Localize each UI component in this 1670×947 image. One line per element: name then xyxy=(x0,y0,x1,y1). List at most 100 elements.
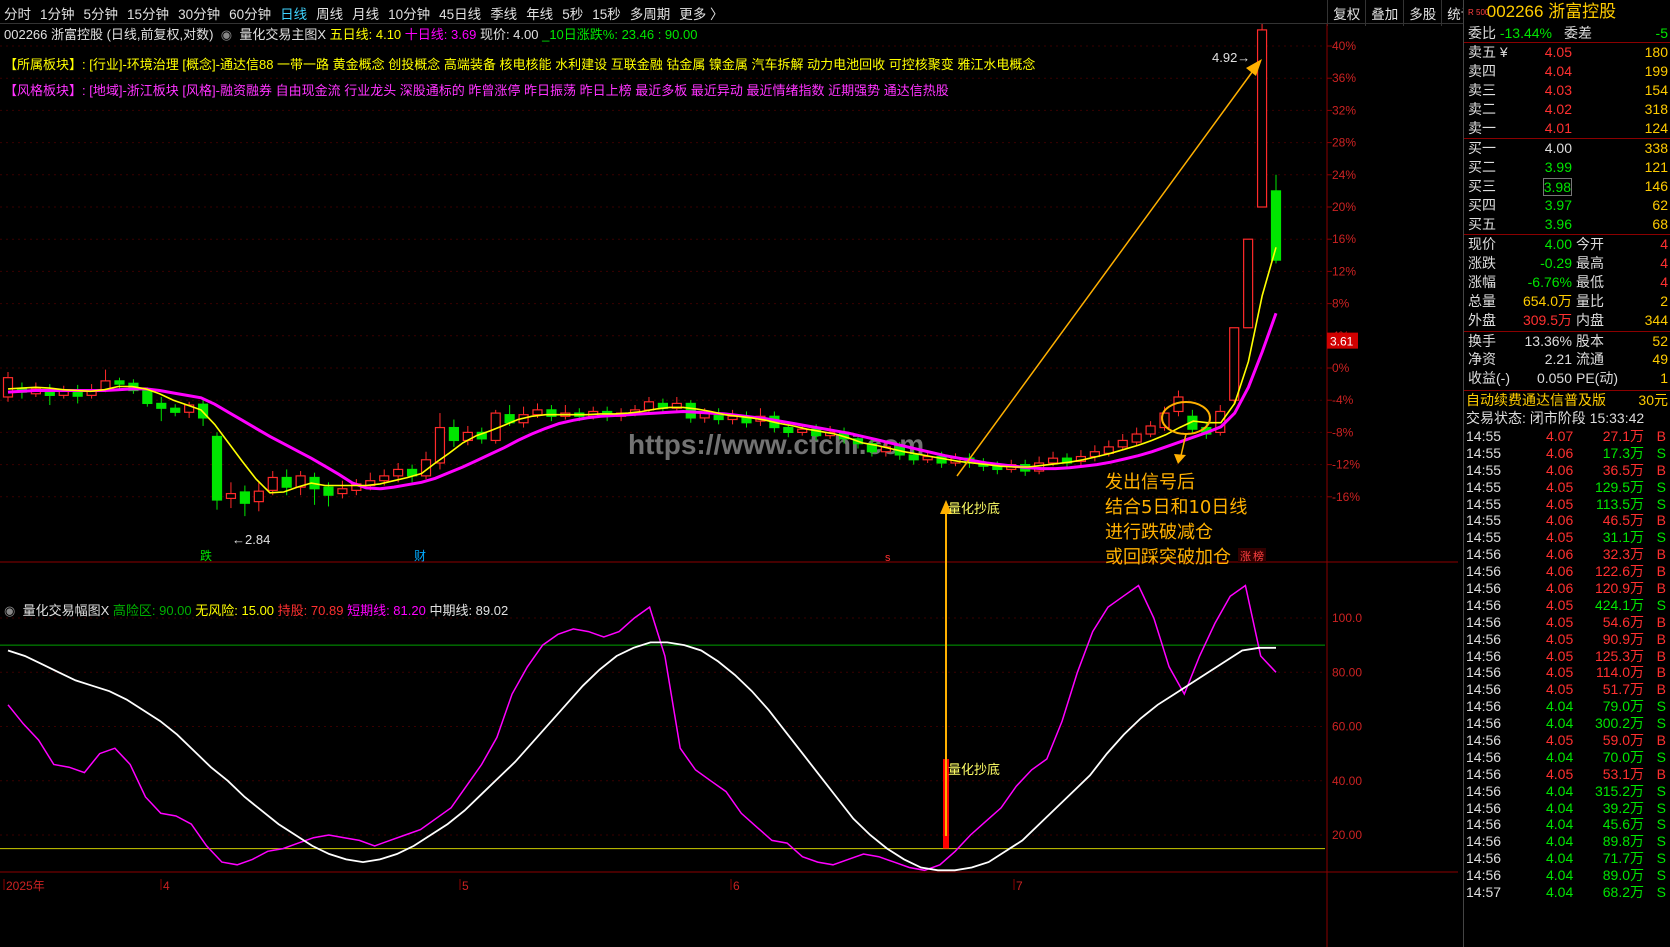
period-tab[interactable]: 周线 xyxy=(316,3,343,23)
period-tab[interactable]: 30分钟 xyxy=(178,3,220,23)
tick-row: 14:56 4.04 300.2万 S xyxy=(1464,715,1670,732)
tick-side: S xyxy=(1656,816,1666,833)
tick-side: S xyxy=(1656,529,1666,546)
tick-side: S xyxy=(1656,850,1666,867)
no-risk-label: 无风险: 15.00 xyxy=(195,603,275,618)
stat-row: 换手 13.36% 股本 52 xyxy=(1464,331,1670,350)
promo-text[interactable]: 自动续费通达信普及版 xyxy=(1466,391,1606,410)
tick-price: 4.06 xyxy=(1546,580,1574,597)
tick-time: 14:57 xyxy=(1466,884,1502,901)
price-tick-label: 28% xyxy=(1332,136,1356,150)
stat-row: 涨跌 -0.29 最高 4 xyxy=(1464,254,1670,273)
period-tab[interactable]: 60分钟 xyxy=(229,3,271,23)
period-tab[interactable]: 10分钟 xyxy=(388,3,430,23)
bid-volume: 121 xyxy=(1644,159,1668,175)
marker-die: 跌 xyxy=(200,548,212,563)
ask-price[interactable]: 4.04 xyxy=(1545,62,1572,81)
ma5-label: 五日线: 4.10 xyxy=(329,27,402,42)
price-tick-label: 24% xyxy=(1332,168,1356,182)
tick-row: 14:56 4.04 79.0万 S xyxy=(1464,698,1670,715)
stat-label-2: 流通 xyxy=(1576,351,1604,367)
toolbar-action-button[interactable]: 多股 xyxy=(1403,0,1441,26)
ask-price[interactable]: 4.03 xyxy=(1545,81,1572,100)
period-tab[interactable]: 15秒 xyxy=(592,3,621,23)
ask-volume: 124 xyxy=(1644,120,1668,136)
ask-price[interactable]: 4.01 xyxy=(1545,119,1572,138)
bid-volume: 62 xyxy=(1652,197,1668,213)
ask-label: 卖五 ¥ xyxy=(1468,44,1508,60)
candle-body xyxy=(908,454,919,461)
quote-title[interactable]: 002266 浙富控股 xyxy=(1487,2,1616,21)
tick-side: S xyxy=(1656,495,1666,512)
tick-volume: 39.2万 xyxy=(1602,799,1644,816)
tick-volume: 68.2万 xyxy=(1602,884,1644,901)
current-price-tag-label: 3.61 xyxy=(1330,335,1354,349)
bid-price[interactable]: 4.00 xyxy=(1545,139,1572,158)
tick-side: B xyxy=(1656,580,1666,597)
price-tick-label: -12% xyxy=(1332,458,1360,472)
trade-status: 交易状态: 闭市阶段 15:33:42 xyxy=(1466,410,1645,426)
tick-volume: 89.0万 xyxy=(1602,867,1644,884)
ask-label: 卖一 xyxy=(1468,120,1496,136)
candle-body xyxy=(114,380,125,385)
bid-price[interactable]: 3.99 xyxy=(1545,158,1572,177)
indicator-name[interactable]: 量化交易主图X xyxy=(239,27,326,42)
tick-time: 14:56 xyxy=(1466,850,1502,867)
webi-value: -13.44% xyxy=(1499,25,1552,41)
toolbar-action-button[interactable]: 复权 xyxy=(1327,0,1365,26)
period-tab[interactable]: 月线 xyxy=(352,3,379,23)
tick-volume: 122.6万 xyxy=(1594,563,1644,580)
indicator-dot-icon[interactable]: ◉ xyxy=(217,27,236,42)
stat-label-2: 内盘 xyxy=(1576,312,1604,328)
ask-row: 卖三 4.03 154 xyxy=(1464,81,1670,100)
toolbar-action-button[interactable]: 叠加 xyxy=(1365,0,1403,26)
period-tab[interactable]: 1分钟 xyxy=(40,3,75,23)
sector-label: 【所属板块】: xyxy=(4,57,86,72)
tick-time: 14:56 xyxy=(1466,867,1502,884)
tick-time: 14:55 xyxy=(1466,478,1502,495)
tick-row: 14:56 4.04 315.2万 S xyxy=(1464,783,1670,800)
candle-body xyxy=(1243,238,1254,329)
period-tab[interactable]: 分时 xyxy=(4,3,31,23)
period-tab[interactable]: 日线 xyxy=(280,3,307,23)
ask-price[interactable]: 4.02 xyxy=(1545,100,1572,119)
quote-panel: R 500 002266 浙富控股 委比 -13.44% 委差 -5 卖五 ¥4.05 1… xyxy=(1463,0,1670,947)
tick-side: S xyxy=(1656,884,1666,901)
tick-volume: 71.7万 xyxy=(1602,850,1644,867)
tick-price: 4.07 xyxy=(1546,428,1574,444)
ask-label: 卖三 xyxy=(1468,82,1496,98)
tick-price: 4.05 xyxy=(1546,478,1574,495)
kline-chart[interactable]: 44%40%36%32%28%24%20%16%12%8%4%0%-4%-8%-… xyxy=(0,24,1458,947)
period-tab[interactable]: 多周期 xyxy=(630,3,671,23)
period-tab[interactable]: 更多 〉 xyxy=(679,3,723,23)
bid-price[interactable]: 3.98 xyxy=(1542,178,1572,196)
tick-volume: 120.9万 xyxy=(1594,580,1644,597)
period-tab[interactable]: 5分钟 xyxy=(84,3,119,23)
period-tab[interactable]: 45日线 xyxy=(439,3,481,23)
tick-row: 14:56 4.04 39.2万 S xyxy=(1464,800,1670,817)
candle-body xyxy=(253,490,264,503)
period-tab[interactable]: 5秒 xyxy=(562,3,583,23)
price-tick-label: 16% xyxy=(1332,232,1356,246)
tick-volume: 90.9万 xyxy=(1602,630,1644,647)
sub-indicator-name[interactable]: 量化交易幅图X xyxy=(23,603,110,618)
ask-price[interactable]: 4.05 xyxy=(1545,43,1572,62)
sub-dot-icon[interactable]: ◉ xyxy=(4,603,19,618)
ask-label: 卖四 xyxy=(1468,63,1496,79)
tick-volume: 51.7万 xyxy=(1602,681,1644,698)
bid-price[interactable]: 3.96 xyxy=(1545,215,1572,234)
tick-volume: 79.0万 xyxy=(1602,698,1644,715)
sub-tick-label: 100.0 xyxy=(1332,611,1362,625)
stat-row: 收益(-) 0.050 PE(动) 1 xyxy=(1464,369,1670,388)
tick-volume: 114.0万 xyxy=(1596,664,1644,681)
stat-value: 2.21 xyxy=(1544,351,1572,367)
period-tab[interactable]: 季线 xyxy=(490,3,517,23)
marker-zhang: 涨 xyxy=(1240,550,1251,563)
stat-row: 涨幅 -6.76% 最低 4 xyxy=(1464,273,1670,292)
period-tab[interactable]: 年线 xyxy=(526,3,553,23)
bid-price[interactable]: 3.97 xyxy=(1545,196,1572,215)
tick-price: 4.05 xyxy=(1546,495,1574,512)
tick-side: B xyxy=(1656,613,1666,630)
chart-header-line: 002266 浙富控股 (日线,前复权,对数) ◉ 量化交易主图X 五日线: 4… xyxy=(4,24,697,43)
period-tab[interactable]: 15分钟 xyxy=(127,3,169,23)
